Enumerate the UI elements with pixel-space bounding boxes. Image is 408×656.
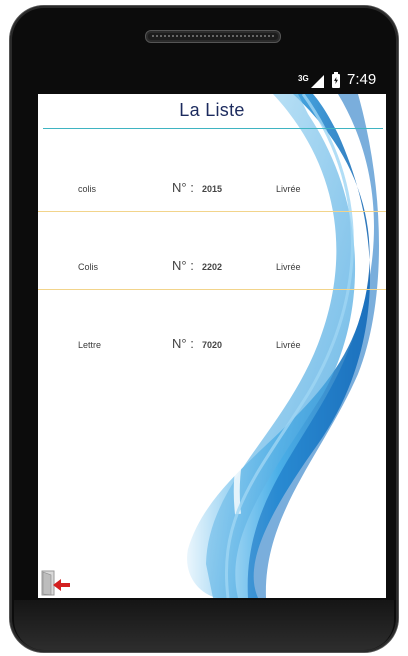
item-status: Livrée: [276, 340, 301, 350]
speaker-grille: [145, 30, 281, 43]
row-divider: [38, 289, 386, 290]
clock: 7:49: [347, 71, 377, 88]
status-bar: 3G 7:49: [38, 70, 386, 94]
item-number: 2015: [202, 184, 223, 194]
list-item[interactable]: Lettre N° : 7020 Livrée: [38, 336, 386, 356]
item-number: 2202: [202, 262, 223, 272]
app-screen: La Liste colis N° : 2015 Livrée Colis N°…: [38, 94, 386, 598]
battery-charging-icon: [332, 72, 340, 88]
network-type: 3G: [298, 74, 309, 83]
item-number-label: N° :: [172, 180, 194, 195]
item-number-label: N° :: [172, 258, 194, 273]
item-type: Lettre: [78, 340, 102, 350]
row-divider: [38, 211, 386, 212]
page-title: La Liste: [179, 100, 245, 120]
item-number: 7020: [202, 340, 223, 350]
title-underline: [43, 128, 383, 129]
list-item[interactable]: Colis N° : 2202 Livrée: [38, 258, 386, 278]
exit-door-icon[interactable]: [41, 570, 73, 596]
list-item[interactable]: colis N° : 2015 Livrée: [38, 180, 386, 200]
item-type: Colis: [78, 262, 99, 272]
item-number-label: N° :: [172, 336, 194, 351]
signal-icon: [311, 75, 324, 88]
item-status: Livrée: [276, 262, 301, 272]
item-type: colis: [78, 184, 97, 194]
phone-chin: [14, 600, 394, 650]
item-status: Livrée: [276, 184, 301, 194]
